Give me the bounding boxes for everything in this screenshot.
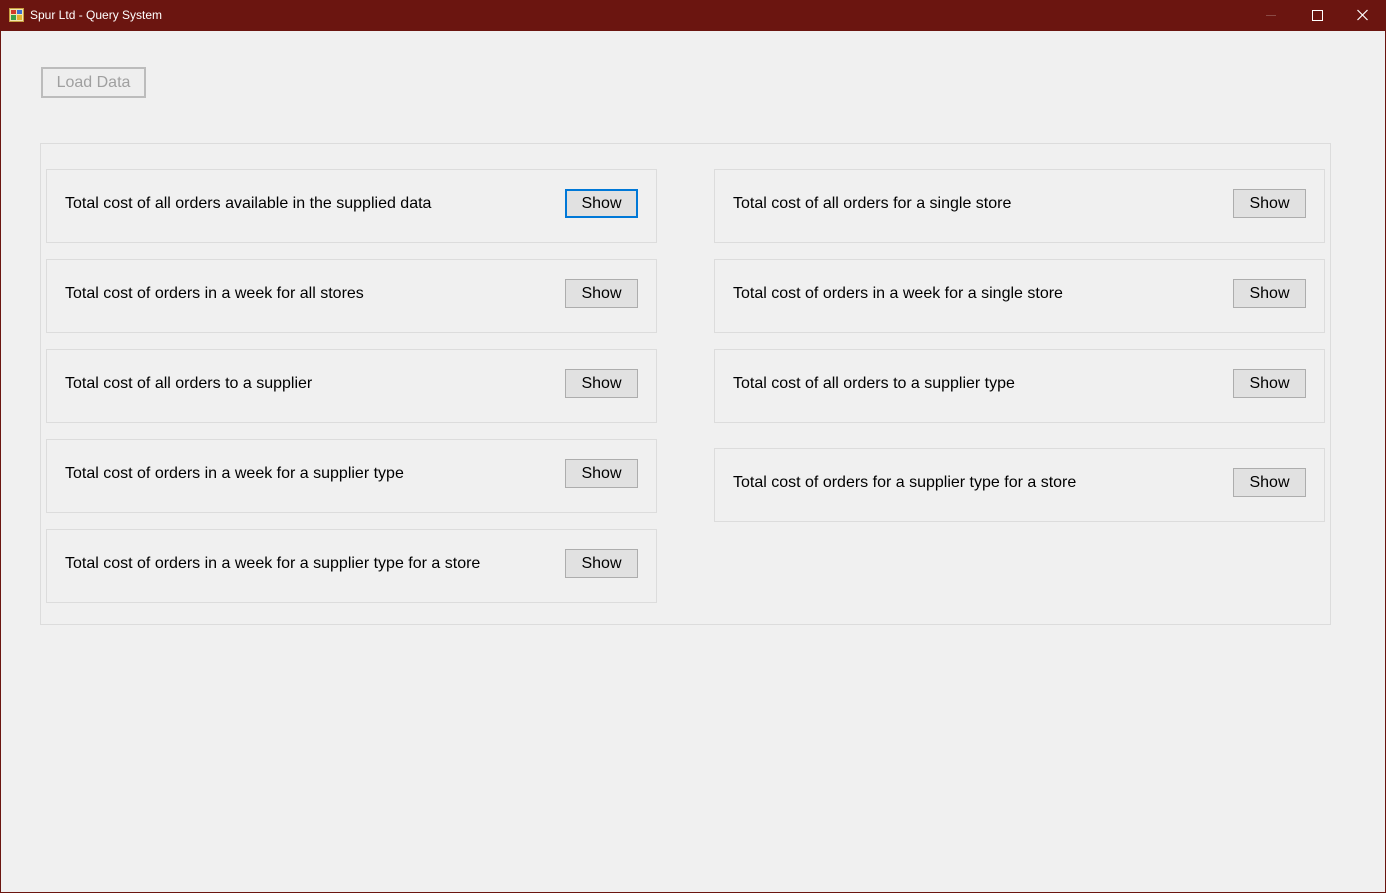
show-supplier-type-store-button[interactable]: Show <box>1233 468 1306 497</box>
title-bar[interactable]: Spur Ltd - Query System <box>0 0 1386 31</box>
query-label: Total cost of orders in a week for all s… <box>65 285 364 302</box>
query-label: Total cost of orders in a week for a sin… <box>733 285 1063 302</box>
maximize-icon <box>1312 10 1323 21</box>
show-week-supplier-type-button[interactable]: Show <box>565 459 638 488</box>
show-single-store-button[interactable]: Show <box>1233 189 1306 218</box>
window-title: Spur Ltd - Query System <box>30 8 163 22</box>
load-data-button[interactable]: Load Data <box>41 67 146 98</box>
query-panel-supplier-type: Total cost of all orders to a supplier t… <box>714 349 1325 423</box>
show-supplier-type-button[interactable]: Show <box>1233 369 1306 398</box>
query-label: Total cost of all orders to a supplier <box>65 375 313 392</box>
close-button[interactable] <box>1340 0 1386 31</box>
close-icon <box>1357 9 1368 21</box>
query-panel-supplier: Total cost of all orders to a supplier S… <box>46 349 657 423</box>
show-week-all-stores-button[interactable]: Show <box>565 279 638 308</box>
query-label: Total cost of orders in a week for a sup… <box>65 465 404 482</box>
query-panel-week-supplier-type: Total cost of orders in a week for a sup… <box>46 439 657 513</box>
maximize-button[interactable] <box>1294 0 1340 31</box>
minimize-icon <box>1266 15 1276 16</box>
query-panel-single-store: Total cost of all orders for a single st… <box>714 169 1325 243</box>
show-week-supplier-type-store-button[interactable]: Show <box>565 549 638 578</box>
query-panel-week-all-stores: Total cost of orders in a week for all s… <box>46 259 657 333</box>
show-all-orders-button[interactable]: Show <box>565 189 638 218</box>
query-panel-week-supplier-type-store: Total cost of orders in a week for a sup… <box>46 529 657 603</box>
query-label: Total cost of all orders to a supplier t… <box>733 375 1015 392</box>
query-label: Total cost of all orders for a single st… <box>733 195 1012 212</box>
query-label: Total cost of orders in a week for a sup… <box>65 555 481 572</box>
client-area: Load Data Total cost of all orders avail… <box>1 31 1385 892</box>
app-icon <box>9 8 24 22</box>
query-group: Total cost of all orders available in th… <box>40 143 1331 625</box>
query-panel-week-single-store: Total cost of orders in a week for a sin… <box>714 259 1325 333</box>
show-week-single-store-button[interactable]: Show <box>1233 279 1306 308</box>
query-label: Total cost of orders for a supplier type… <box>733 474 1077 491</box>
query-panel-supplier-type-store: Total cost of orders for a supplier type… <box>714 448 1325 522</box>
show-supplier-button[interactable]: Show <box>565 369 638 398</box>
minimize-button[interactable] <box>1248 0 1294 31</box>
query-label: Total cost of all orders available in th… <box>65 195 432 212</box>
query-panel-all-orders: Total cost of all orders available in th… <box>46 169 657 243</box>
